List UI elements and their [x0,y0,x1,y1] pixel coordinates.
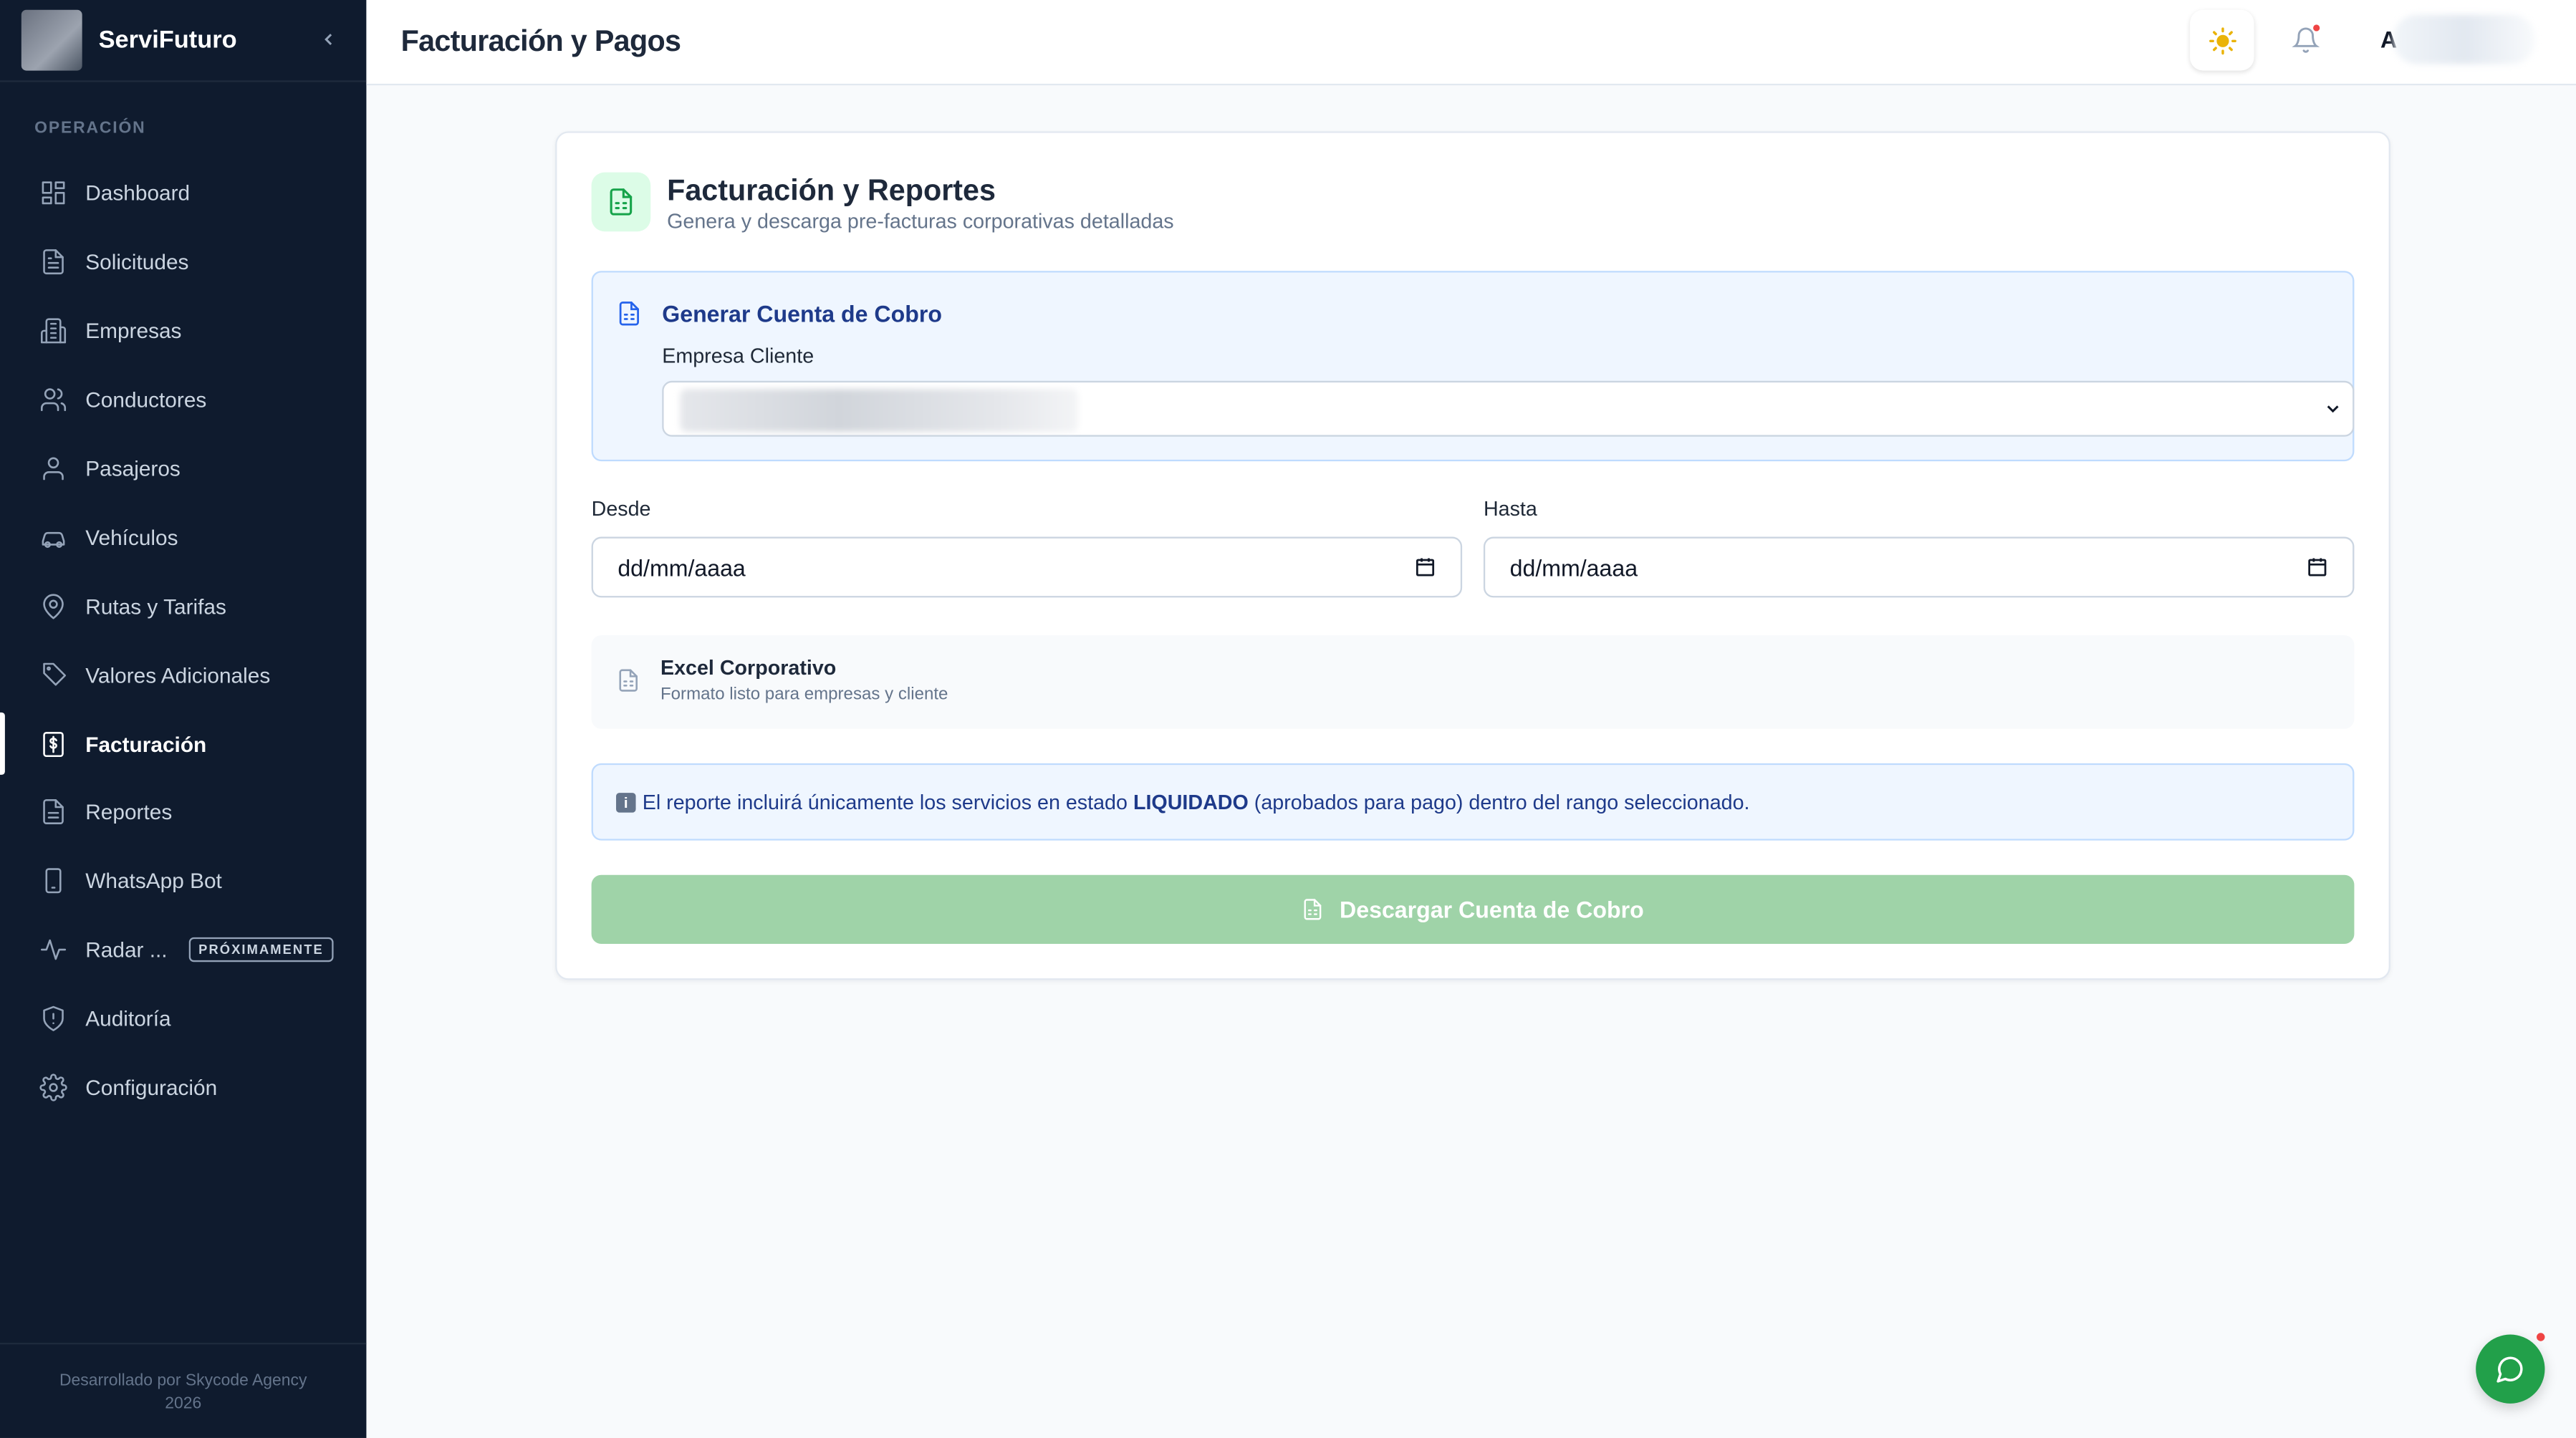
client-company-select[interactable] [662,380,2355,437]
theme-toggle-button[interactable] [2190,9,2254,71]
chevron-down-icon [2327,405,2339,413]
coming-soon-badge: PRÓXIMAMENTE [188,937,334,962]
sidebar-item-label: Radar ... [85,937,168,962]
card-title-block: Facturación y Reportes Genera y descarga… [667,173,1174,233]
brand-name: ServiFuturo [98,26,237,54]
card-header: Facturación y Reportes Genera y descarga… [591,172,1174,233]
sidebar-item-radar[interactable]: Radar ... PRÓXIMAMENTE [0,916,366,985]
collapse-sidebar-button[interactable] [312,29,345,52]
sidebar-item-label: Empresas [85,319,182,344]
chat-bubble-icon [2496,1356,2523,1383]
info-status: LIQUIDADO [1133,790,1249,814]
document-icon [1304,899,1322,920]
building-icon [39,317,67,345]
sidebar-item-valores-adicionales[interactable]: Valores Adicionales [0,640,366,709]
download-invoice-button[interactable]: Descargar Cuenta de Cobro [591,874,2355,945]
phone-icon [39,867,67,895]
map-pin-icon [39,592,67,620]
sidebar-item-conductores[interactable]: Conductores [0,365,366,434]
sidebar-item-label: Pasajeros [85,456,181,481]
sidebar-item-rutas-tarifas[interactable]: Rutas y Tarifas [0,571,366,640]
page-title: Facturación y Pagos [400,24,681,58]
excel-title: Excel Corporativo [660,656,837,680]
sidebar-item-label: Dashboard [85,181,191,206]
gear-icon [39,1073,67,1101]
sidebar-item-label: Rutas y Tarifas [85,594,226,619]
calendar-icon[interactable] [1415,556,1436,578]
notification-dot [2313,24,2320,32]
tag-icon [39,661,67,689]
billing-card: Facturación y Reportes Genera y descarga… [555,131,2390,980]
sidebar-item-configuracion[interactable]: Configuración [0,1053,366,1122]
sidebar-item-label: Vehículos [85,525,178,550]
sidebar-item-label: Valores Adicionales [85,662,271,687]
spreadsheet-icon [619,669,638,692]
shield-icon [39,1005,67,1033]
info-text-post: (aprobados para pago) dentro del rango s… [1254,790,1750,814]
selected-client-redacted [680,389,1078,432]
from-date-input[interactable]: dd/mm/aaaa [591,536,1463,598]
sidebar-item-auditoria[interactable]: Auditoría [0,985,366,1053]
excel-format-option[interactable]: Excel Corporativo Formato listo para emp… [591,635,2355,729]
car-icon [39,523,67,551]
app-root: ServiFuturo OPERACIÓN Dashboard Solicitu… [0,0,2576,1438]
brand: ServiFuturo [0,0,367,82]
invoice-icon [39,730,67,758]
sidebar-item-solicitudes[interactable]: Solicitudes [0,228,366,296]
generate-title: Generar Cuenta de Cobro [662,300,942,327]
sidebar-item-label: WhatsApp Bot [85,869,222,894]
user-icon [39,455,67,483]
sidebar-item-dashboard[interactable]: Dashboard [0,159,366,228]
download-label: Descargar Cuenta de Cobro [1340,896,1644,923]
from-label: Desde [591,497,651,521]
calendar-icon[interactable] [2307,556,2328,578]
spreadsheet-icon [591,172,651,232]
sidebar-item-facturacion[interactable]: Facturación [0,710,366,778]
report-icon [39,798,67,826]
brand-logo [21,9,82,71]
sidebar-item-whatsapp-bot[interactable]: WhatsApp Bot [0,847,366,916]
sidebar: ServiFuturo OPERACIÓN Dashboard Solicitu… [0,0,367,1438]
sidebar-footer: Desarrollado por Skycode Agency 2026 [0,1343,367,1438]
sidebar-item-label: Solicitudes [85,250,189,275]
excel-subtitle: Formato listo para empresas y cliente [660,684,948,705]
sidebar-item-label: Configuración [85,1075,218,1100]
activity-icon [39,936,67,964]
client-label: Empresa Cliente [662,344,814,368]
generate-invoice-panel: Generar Cuenta de Cobro Empresa Cliente [591,271,2355,462]
footer-year: 2026 [165,1395,202,1414]
sidebar-item-reportes[interactable]: Reportes [0,778,366,847]
user-avatar[interactable]: A [2370,13,2535,65]
to-date-input[interactable]: dd/mm/aaaa [1483,536,2355,598]
sidebar-item-empresas[interactable]: Empresas [0,296,366,365]
chat-notification-dot [2537,1333,2545,1341]
users-icon [39,386,67,414]
footer-credit: Desarrollado por Skycode Agency [59,1372,307,1391]
to-label: Hasta [1483,497,1537,521]
user-name-redacted [2393,14,2535,64]
sidebar-item-label: Facturación [85,731,207,756]
document-icon [619,301,639,326]
dashboard-icon [39,180,67,208]
to-date-value: dd/mm/aaaa [1509,554,1638,581]
document-icon [39,248,67,276]
chat-button[interactable] [2476,1334,2545,1404]
sidebar-item-vehiculos[interactable]: Vehículos [0,503,366,571]
from-date-value: dd/mm/aaaa [617,554,746,581]
info-text-pre: El reporte incluirá únicamente los servi… [642,790,1128,814]
card-subtitle: Genera y descarga pre-facturas corporati… [667,210,1174,233]
top-header: Facturación y Pagos A [366,0,2576,86]
chevron-left-icon [325,32,332,44]
sidebar-nav: Dashboard Solicitudes Empresas Conductor… [0,159,366,1121]
card-title: Facturación y Reportes [667,173,996,207]
sun-icon [2208,26,2236,54]
section-label: OPERACIÓN [34,120,146,138]
sidebar-item-label: Reportes [85,800,173,825]
sidebar-item-pasajeros[interactable]: Pasajeros [0,434,366,503]
sidebar-item-label: Auditoría [85,1006,171,1031]
info-icon: i [616,791,636,812]
notifications-button[interactable] [2274,10,2337,71]
info-notice: i El reporte incluirá únicamente los ser… [591,763,2355,841]
sidebar-item-label: Conductores [85,387,207,412]
